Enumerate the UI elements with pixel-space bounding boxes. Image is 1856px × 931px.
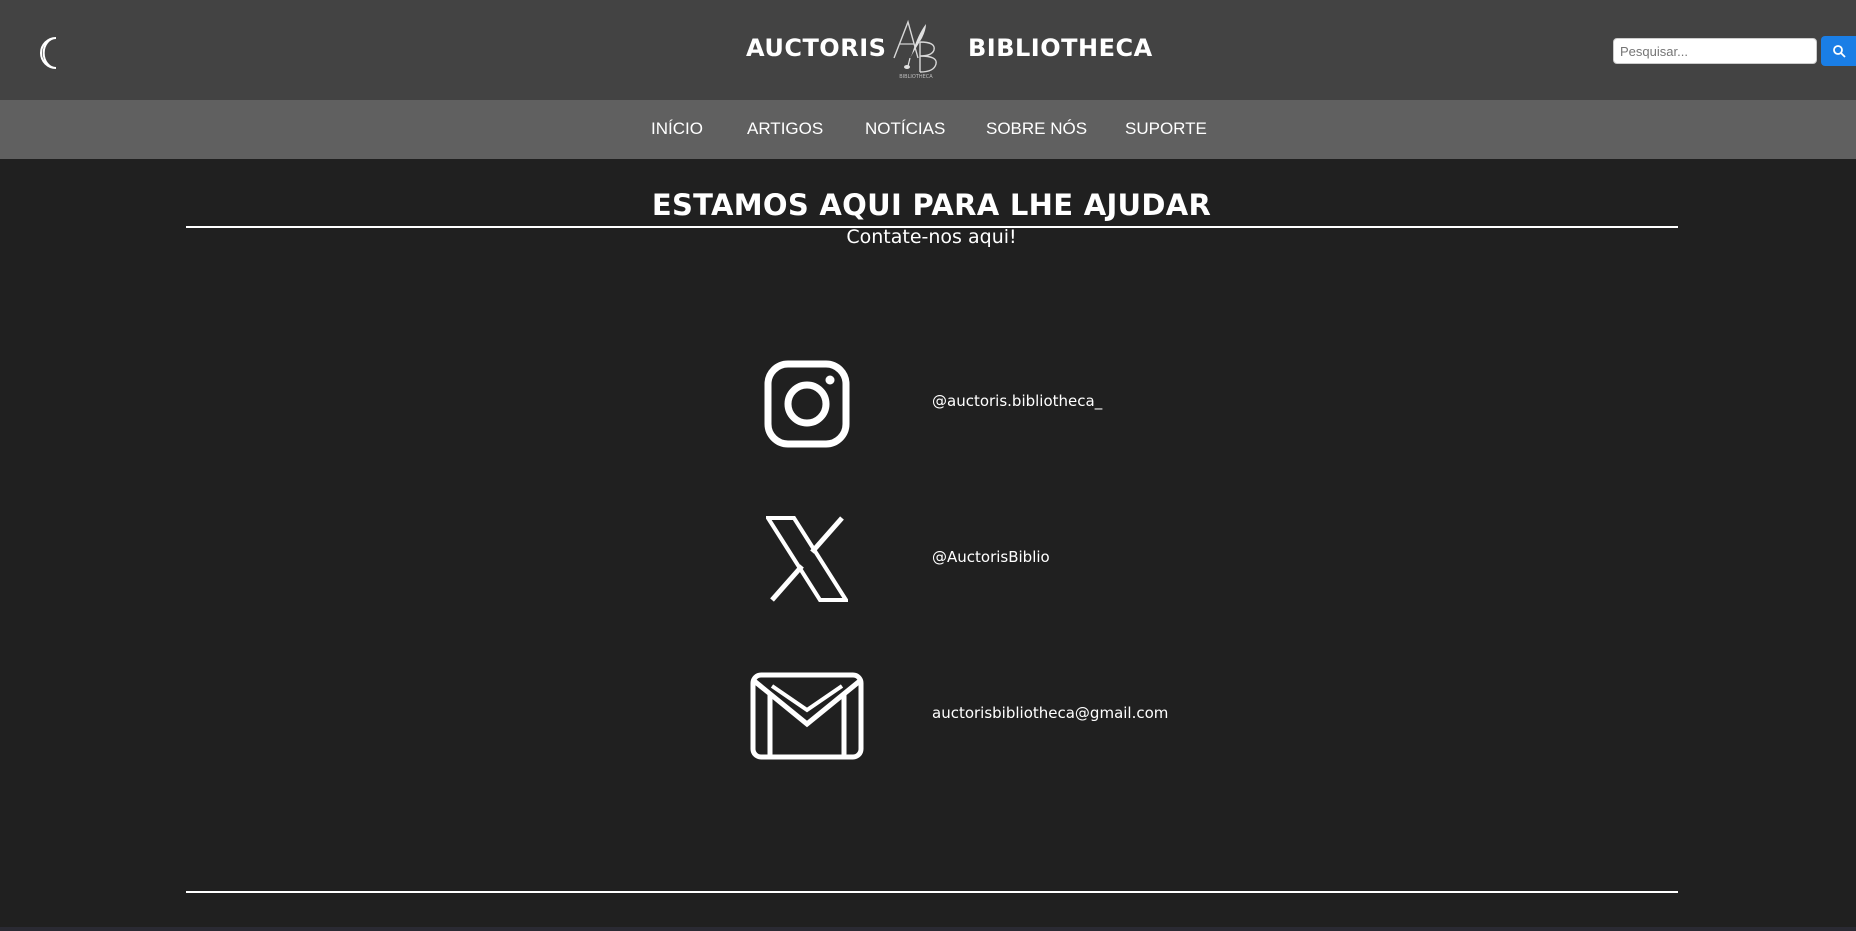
search-button[interactable] xyxy=(1821,36,1856,66)
nav-item-inicio[interactable]: INÍCIO xyxy=(651,119,703,139)
logo-text: BIBLIOTHECA xyxy=(899,74,933,80)
contact-row-x: @AuctorisBiblio xyxy=(0,510,1856,610)
page-bottom-edge xyxy=(0,927,1856,931)
main-nav: INÍCIO ARTIGOS NOTÍCIAS SOBRE NÓS SUPORT… xyxy=(0,100,1856,159)
email-address[interactable]: auctorisbibliotheca@gmail.com xyxy=(932,704,1168,722)
moon-icon[interactable] xyxy=(36,34,66,72)
brand-name-left: AUCTORIS xyxy=(746,34,887,62)
nav-item-artigos[interactable]: ARTIGOS xyxy=(747,119,823,139)
nav-item-suporte[interactable]: SUPORTE xyxy=(1125,119,1207,139)
search-input[interactable] xyxy=(1613,38,1817,64)
instagram-icon[interactable] xyxy=(764,360,850,448)
instagram-handle[interactable]: @auctoris.bibliotheca_ xyxy=(932,392,1102,410)
top-header: AUCTORIS BIBLIOTHECA BIBLIOTHECA xyxy=(0,0,1856,100)
footer-divider xyxy=(186,891,1678,893)
x-handle[interactable]: @AuctorisBiblio xyxy=(932,548,1050,566)
x-twitter-icon[interactable] xyxy=(766,516,848,602)
brand-name-right: BIBLIOTHECA xyxy=(968,34,1153,62)
contact-row-instagram: @auctoris.bibliotheca_ xyxy=(0,354,1856,454)
nav-item-noticias[interactable]: NOTÍCIAS xyxy=(865,119,945,139)
page-title: ESTAMOS AQUI PARA LHE AJUDAR xyxy=(651,188,1212,222)
search-icon xyxy=(1832,45,1846,58)
contact-row-email: auctorisbibliotheca@gmail.com xyxy=(0,666,1856,766)
search-bar xyxy=(1613,36,1856,66)
site-logo[interactable]: BIBLIOTHECA xyxy=(890,14,942,80)
nav-item-sobre-nos[interactable]: SOBRE NÓS xyxy=(986,119,1087,139)
mail-icon[interactable] xyxy=(750,672,864,760)
page-subtitle: Contate-nos aqui! xyxy=(846,226,1017,248)
